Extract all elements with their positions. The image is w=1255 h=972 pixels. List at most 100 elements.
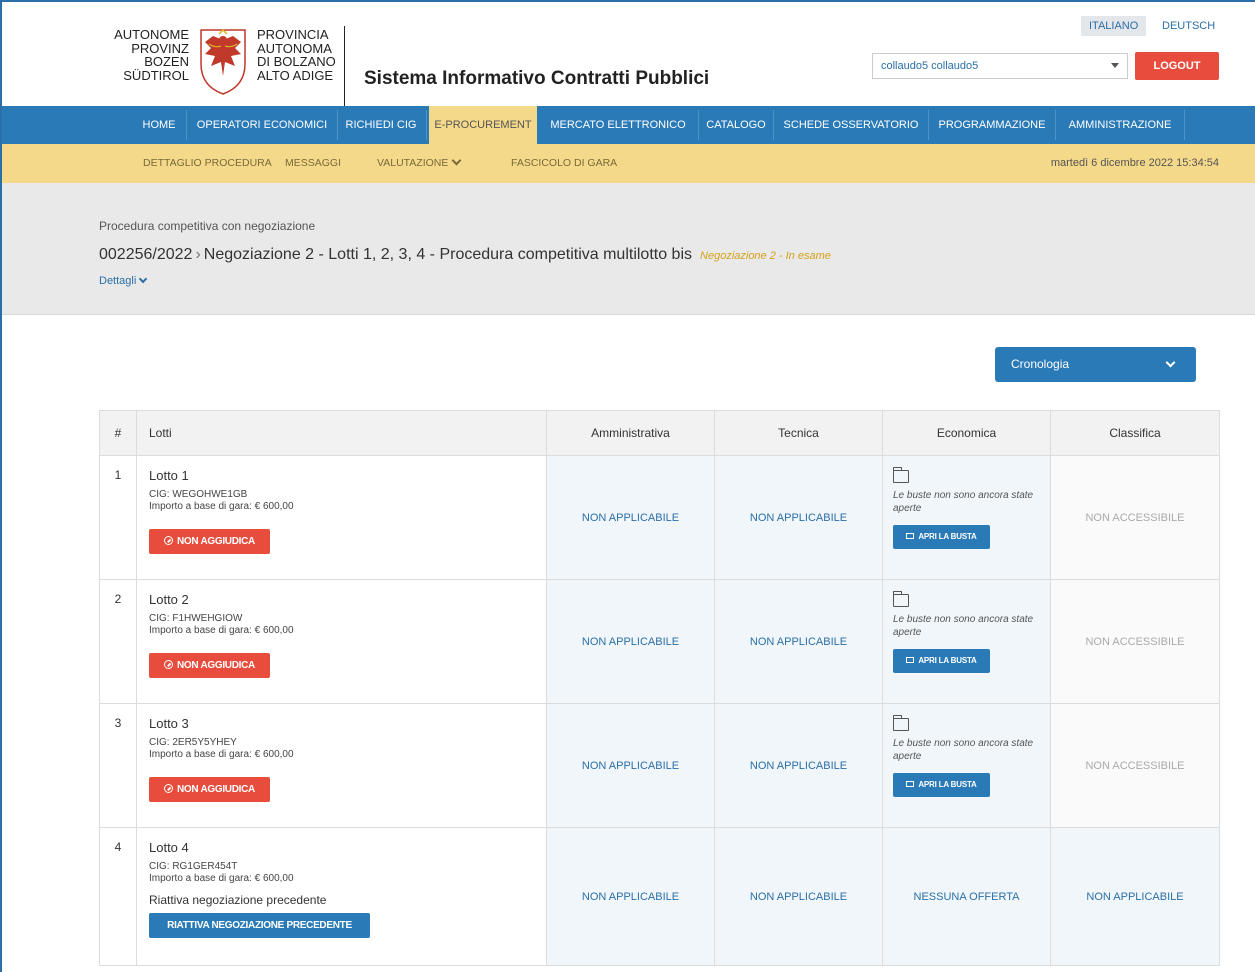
nav-schede-osservatorio[interactable]: SCHEDE OSSERVATORIO xyxy=(777,106,925,144)
current-datetime: martedì 6 dicembre 2022 15:34:54 xyxy=(1050,157,1219,169)
app-frame: AUTONOME PROVINZ BOZEN SÜDTIROL PROVINCI… xyxy=(0,0,1255,972)
procedure-name: Negoziazione 2 - Lotti 1, 2, 3, 4 - Proc… xyxy=(203,246,693,263)
system-title: Sistema Informativo Contratti Pubblici xyxy=(364,68,710,89)
logo-line: BOZEN xyxy=(144,54,189,69)
amministrativa-status: NON APPLICABILE xyxy=(546,827,715,966)
chevron-down-icon xyxy=(451,155,462,166)
breadcrumb-separator-icon: › xyxy=(195,246,201,263)
lot-number: 1 xyxy=(99,455,137,580)
nav-catalogo[interactable]: CATALOGO xyxy=(702,106,770,144)
eagle-coat-of-arms-icon xyxy=(200,28,246,95)
button-label: NON AGGIUDICA xyxy=(177,660,255,671)
chevron-down-icon xyxy=(139,274,148,284)
col-header-lotti: Lotti xyxy=(136,410,547,456)
nav-mercato-elettronico[interactable]: MERCATO ELETTRONICO xyxy=(543,106,693,144)
non-aggiudica-button[interactable]: NON AGGIUDICA xyxy=(149,529,270,554)
apri-la-busta-button[interactable]: APRI LA BUSTA xyxy=(893,773,990,797)
nav-home[interactable]: HOME xyxy=(136,106,182,144)
logo-text-it: PROVINCIA AUTONOMA DI BOLZANO ALTO ADIGE xyxy=(257,26,345,106)
province-logo[interactable]: AUTONOME PROVINZ BOZEN SÜDTIROL PROVINCI… xyxy=(105,26,355,106)
col-header-classifica: Classifica xyxy=(1050,410,1220,456)
apri-la-busta-button[interactable]: APRI LA BUSTA xyxy=(893,525,990,549)
procedure-banner: Procedura competitiva con negoziazione 0… xyxy=(2,183,1255,315)
button-label: APRI LA BUSTA xyxy=(918,780,977,789)
col-header-number: # xyxy=(99,410,137,456)
subnav-messaggi[interactable]: MESSAGGI xyxy=(285,144,341,183)
lot-cig: CIG: RG1GER454T xyxy=(149,861,238,872)
chevron-down-icon xyxy=(1165,357,1176,368)
lot-cig: CIG: F1HWEHGIOW xyxy=(149,613,243,624)
ban-icon xyxy=(164,784,174,793)
user-select[interactable]: collaudo5 collaudo5 xyxy=(872,53,1128,79)
riattiva-text: Riattiva negoziazione precedente xyxy=(149,893,327,907)
classifica-status: NON APPLICABILE xyxy=(1050,827,1220,966)
logo-text-de: AUTONOME PROVINZ BOZEN SÜDTIROL xyxy=(105,26,189,82)
button-label: NON AGGIUDICA xyxy=(177,536,255,547)
user-name: collaudo5 collaudo5 xyxy=(881,60,979,72)
non-aggiudica-button[interactable]: NON AGGIUDICA xyxy=(149,653,270,678)
dropdown-caret-icon xyxy=(1111,63,1119,68)
nav-amministrazione[interactable]: AMMINISTRAZIONE xyxy=(1059,106,1181,144)
subnav-dettaglio-procedura[interactable]: DETTAGLIO PROCEDURA xyxy=(143,144,272,183)
subnav-valutazione[interactable]: VALUTAZIONE xyxy=(377,144,462,183)
nav-e-procurement[interactable]: E-PROCUREMENT xyxy=(429,106,537,144)
nav-divider xyxy=(337,110,338,140)
envelope-open-icon xyxy=(906,657,915,663)
subnav-fascicolo-di-gara[interactable]: FASCICOLO DI GARA xyxy=(511,144,617,183)
logo-line: AUTONOMA xyxy=(257,40,332,56)
economica-message: Le buste non sono ancora state aperte xyxy=(893,490,1034,514)
amministrativa-status: NON APPLICABILE xyxy=(546,579,715,704)
details-toggle[interactable]: Dettagli xyxy=(99,274,148,287)
logo-line: AUTONOME xyxy=(114,27,189,42)
nav-divider xyxy=(928,110,929,140)
lot-cig: CIG: 2ER5Y5YHEY xyxy=(149,737,237,748)
riattiva-negoziazione-button[interactable]: RIATTIVA NEGOZIAZIONE PRECEDENTE xyxy=(149,913,370,938)
lot-importo: Importo a base di gara: € 600,00 xyxy=(149,625,294,636)
procedure-code: 002256/2022 xyxy=(99,246,193,263)
lot-number: 4 xyxy=(99,827,137,966)
lot-importo: Importo a base di gara: € 600,00 xyxy=(149,501,294,512)
tecnica-status: NON APPLICABILE xyxy=(714,703,883,828)
col-header-tecnica: Tecnica xyxy=(714,410,883,456)
button-label: NON AGGIUDICA xyxy=(177,784,255,795)
non-aggiudica-button[interactable]: NON AGGIUDICA xyxy=(149,777,270,802)
lang-italian-button[interactable]: ITALIANO xyxy=(1081,16,1147,36)
folder-icon xyxy=(892,591,909,607)
lang-german-button[interactable]: DEUTSCH xyxy=(1154,16,1223,36)
envelope-open-icon xyxy=(906,781,915,787)
nav-richiedi-cig[interactable]: RICHIEDI CIG xyxy=(339,106,423,144)
lot-name: Lotto 4 xyxy=(149,840,189,855)
logo-line: PROVINZ xyxy=(131,40,189,56)
procedure-status: Negoziazione 2 - In esame xyxy=(700,250,831,262)
lot-number: 2 xyxy=(99,579,137,704)
folder-icon xyxy=(892,715,909,731)
classifica-status: NON ACCESSIBILE xyxy=(1050,579,1220,704)
lot-name: Lotto 2 xyxy=(149,592,189,607)
ban-icon xyxy=(164,660,174,669)
table-row: 1 Lotto 1 CIG: WEGOHWE1GB Importo a base… xyxy=(99,455,1220,580)
table-row: 3 Lotto 3 CIG: 2ER5Y5YHEY Importo a base… xyxy=(99,703,1220,828)
classifica-status: NON ACCESSIBILE xyxy=(1050,455,1220,580)
ban-icon xyxy=(164,536,174,545)
nav-programmazione[interactable]: PROGRAMMAZIONE xyxy=(932,106,1052,144)
col-header-economica: Economica xyxy=(882,410,1051,456)
nav-divider xyxy=(1055,110,1056,140)
details-label: Dettagli xyxy=(99,275,137,287)
lot-name: Lotto 1 xyxy=(149,468,189,483)
nav-divider xyxy=(426,110,427,140)
nav-operatori-economici[interactable]: OPERATORI ECONOMICI xyxy=(190,106,334,144)
apri-la-busta-button[interactable]: APRI LA BUSTA xyxy=(893,649,990,673)
lot-name: Lotto 3 xyxy=(149,716,189,731)
tecnica-status: NON APPLICABILE xyxy=(714,455,883,580)
economica-message: Le buste non sono ancora state aperte xyxy=(893,614,1034,638)
subnav-valutazione-label: VALUTAZIONE xyxy=(377,157,449,169)
lot-cell: Lotto 4 CIG: RG1GER454T Importo a base d… xyxy=(136,827,547,966)
cronologia-dropdown[interactable]: Cronologia xyxy=(995,347,1196,382)
amministrativa-status: NON APPLICABILE xyxy=(546,455,715,580)
envelope-open-icon xyxy=(906,533,915,539)
logout-button[interactable]: LOGOUT xyxy=(1135,52,1219,80)
col-header-amministrativa: Amministrativa xyxy=(546,410,715,456)
lot-number: 3 xyxy=(99,703,137,828)
table-row: 2 Lotto 2 CIG: F1HWEHGIOW Importo a base… xyxy=(99,579,1220,704)
logo-line: DI BOLZANO xyxy=(257,54,336,69)
